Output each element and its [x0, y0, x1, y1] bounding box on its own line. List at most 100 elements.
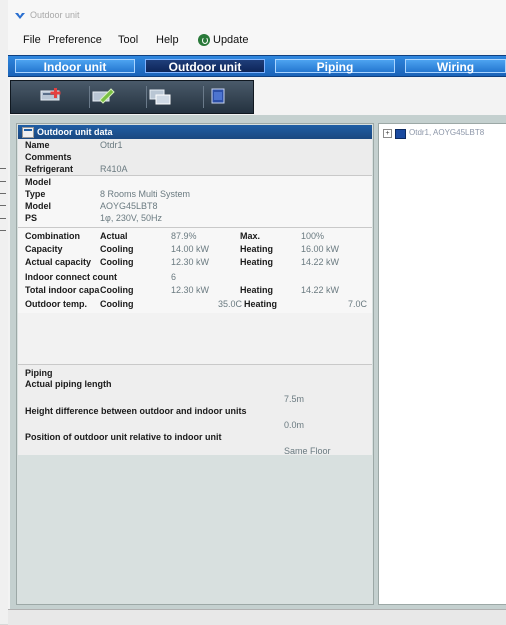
- type-row: Type 8 Rooms Multi System: [18, 188, 372, 200]
- outdoor-temp-heating-value: 7.0C: [348, 299, 368, 309]
- add-unit-icon: [40, 88, 61, 101]
- comments-row: Comments: [18, 151, 372, 163]
- window-title: Outdoor unit: [30, 10, 80, 20]
- model-value: AOYG45LBT8: [100, 201, 158, 211]
- model-section-row: Model: [18, 176, 372, 188]
- position-row: Position of outdoor unit relative to ind…: [18, 431, 372, 443]
- total-indoor-row: Total indoor capa Cooling 12.30 kW Heati…: [18, 284, 372, 296]
- capacity-cooling-value: 14.00 kW: [171, 244, 210, 254]
- copy-icon: [149, 89, 171, 105]
- total-indoor-heating-label: Heating: [240, 285, 274, 295]
- app-logo-icon: [15, 13, 25, 19]
- copy-unit-button[interactable]: [146, 86, 175, 108]
- menu-update[interactable]: Update: [213, 34, 248, 46]
- menu-tool[interactable]: Tool: [118, 34, 138, 46]
- combination-max-label: Max.: [240, 231, 261, 241]
- combination-max-value: 100%: [301, 231, 325, 241]
- position-value: Same Floor: [284, 446, 331, 456]
- content-area: Outdoor unit data Name Otdr1 Comments Re…: [10, 115, 506, 609]
- ps-label: PS: [25, 213, 38, 223]
- tab-indoor-unit[interactable]: Indoor unit: [15, 59, 135, 74]
- actual-capacity-sub-label: Cooling: [100, 257, 134, 267]
- outdoor-temp-cooling-value: 35.0C: [218, 299, 243, 309]
- performance-section: Combination Actual 87.9% Max. 100% Capac…: [18, 228, 372, 313]
- height-diff-value: 0.0m: [284, 420, 305, 430]
- add-unit-button[interactable]: [39, 86, 67, 108]
- ps-row: PS 1φ, 230V, 50Hz: [18, 212, 372, 224]
- model-label: Model: [25, 201, 51, 211]
- name-row: Name Otdr1: [18, 139, 372, 151]
- name-value: Otdr1: [100, 140, 123, 150]
- actual-capacity-heating-value: 14.22 kW: [301, 257, 340, 267]
- outdoor-unit-tree-icon: [395, 129, 406, 139]
- piping-length-label: Actual piping length: [25, 379, 112, 389]
- model-row: Model AOYG45LBT8: [18, 200, 372, 212]
- total-indoor-heating-value: 14.22 kW: [301, 285, 340, 295]
- tree-node-outdoor-unit[interactable]: Otdr1, AOYG45LBT8: [409, 128, 484, 137]
- tab-outdoor-unit[interactable]: Outdoor unit: [145, 59, 265, 74]
- actual-capacity-row: Actual capacity Cooling 12.30 kW Heating…: [18, 256, 372, 268]
- height-diff-label: Height difference between outdoor and in…: [25, 406, 247, 416]
- toolbar: [10, 80, 254, 114]
- tab-wiring[interactable]: Wiring: [405, 59, 506, 74]
- menu-help[interactable]: Help: [156, 34, 179, 46]
- capacity-row: Capacity Cooling 14.00 kW Heating 16.00 …: [18, 243, 372, 255]
- menu-file[interactable]: File: [23, 34, 41, 46]
- tab-bar: Indoor unit Outdoor unit Piping Wiring: [8, 55, 506, 77]
- outdoor-temp-row: Outdoor temp. Cooling 35.0C Heating 7.0C: [18, 298, 372, 310]
- total-indoor-cooling-value: 12.30 kW: [171, 285, 210, 295]
- position-value-row: Same Floor: [18, 445, 372, 457]
- capacity-label: Capacity: [25, 244, 63, 254]
- app-window: Outdoor unit File Preference Tool Help U…: [8, 0, 506, 625]
- ps-value: 1φ, 230V, 50Hz: [100, 213, 163, 223]
- title-bar: Outdoor unit: [8, 0, 506, 30]
- update-icon[interactable]: [198, 34, 210, 46]
- refrigerant-value: R410A: [100, 164, 128, 174]
- panel-header: Outdoor unit data: [18, 125, 372, 139]
- piping-length-row: Actual piping length: [18, 378, 372, 390]
- actual-capacity-cooling-value: 12.30 kW: [171, 257, 210, 267]
- general-section: Name Otdr1 Comments Refrigerant R410A: [18, 139, 372, 175]
- total-indoor-sub-label: Cooling: [100, 285, 134, 295]
- capacity-heating-label: Heating: [240, 244, 274, 254]
- comments-label: Comments: [25, 152, 72, 162]
- outdoor-temp-sub-label: Cooling: [100, 299, 134, 309]
- capacity-heating-value: 16.00 kW: [301, 244, 340, 254]
- height-diff-row: Height difference between outdoor and in…: [18, 405, 372, 417]
- menu-preference[interactable]: Preference: [48, 34, 102, 46]
- actual-capacity-label: Actual capacity: [25, 257, 92, 267]
- piping-length-value-row: 7.5m: [18, 393, 372, 405]
- piping-section-label: Piping: [25, 368, 53, 378]
- delete-icon: [211, 88, 225, 104]
- model-section: Model Type 8 Rooms Multi System Model AO…: [18, 176, 372, 227]
- unit-tree-pane: + Otdr1, AOYG45LBT8: [378, 123, 506, 605]
- name-label: Name: [25, 140, 50, 150]
- model-section-label: Model: [25, 177, 51, 187]
- actual-capacity-heating-label: Heating: [240, 257, 274, 267]
- total-indoor-label: Total indoor capa: [25, 285, 100, 295]
- tab-piping[interactable]: Piping: [275, 59, 395, 74]
- panel-title: Outdoor unit data: [37, 127, 113, 137]
- tree-expand-toggle[interactable]: +: [383, 129, 392, 138]
- height-diff-value-row: 0.0m: [18, 419, 372, 431]
- combination-label: Combination: [25, 231, 80, 241]
- outdoor-temp-label: Outdoor temp.: [25, 299, 87, 309]
- combination-row: Combination Actual 87.9% Max. 100%: [18, 230, 372, 242]
- position-label: Position of outdoor unit relative to ind…: [25, 432, 222, 442]
- capacity-sub-label: Cooling: [100, 244, 134, 254]
- type-label: Type: [25, 189, 46, 199]
- data-sheet-icon: [22, 127, 34, 138]
- status-bar: [8, 609, 506, 625]
- piping-section: Piping Actual piping length 7.5m Height …: [18, 365, 372, 457]
- delete-unit-button[interactable]: [203, 86, 232, 108]
- combination-sub-label: Actual: [100, 231, 128, 241]
- edit-unit-button[interactable]: [89, 86, 118, 108]
- edit-icon: [92, 88, 115, 104]
- combination-actual-value: 87.9%: [171, 231, 197, 241]
- outdoor-temp-heating-label: Heating: [244, 299, 278, 309]
- piping-length-value: 7.5m: [284, 394, 305, 404]
- menu-bar: File Preference Tool Help Update: [8, 30, 506, 50]
- outdoor-unit-data-panel: Outdoor unit data Name Otdr1 Comments Re…: [16, 123, 374, 605]
- type-value: 8 Rooms Multi System: [100, 189, 191, 199]
- indoor-count-value: 6: [171, 272, 177, 282]
